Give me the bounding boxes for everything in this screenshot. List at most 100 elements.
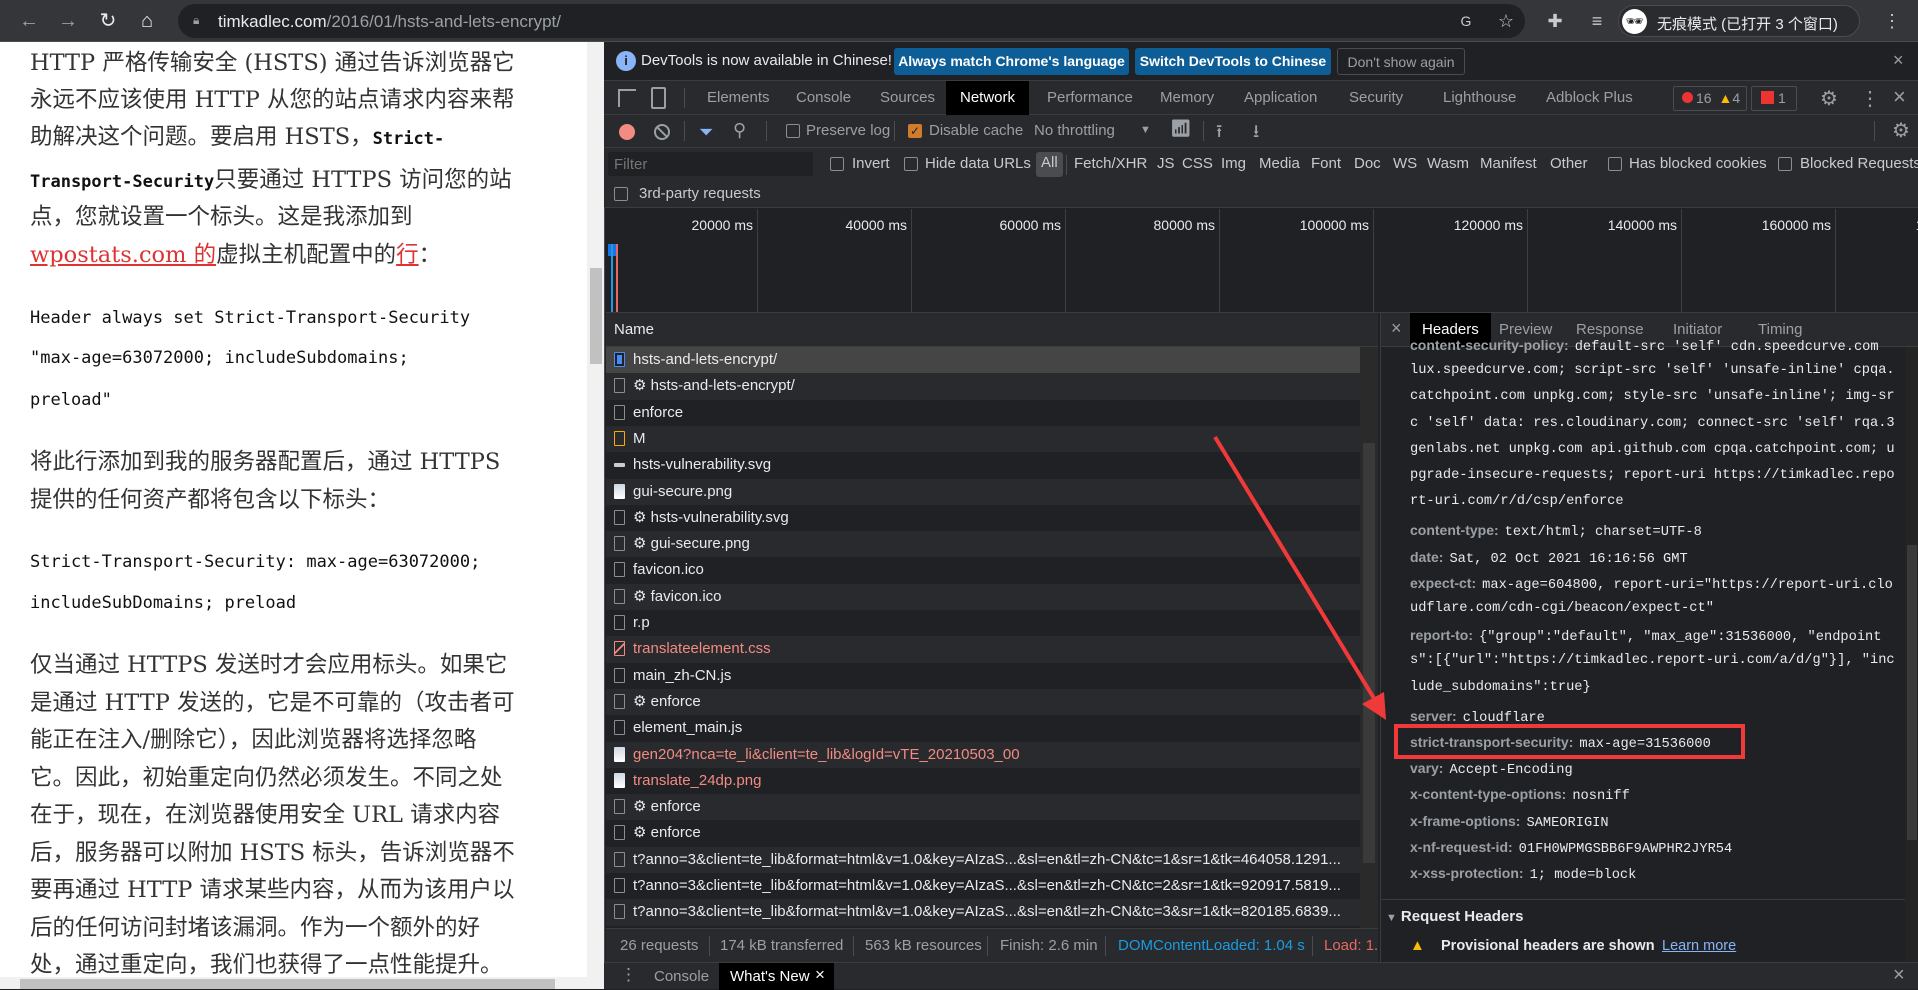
filter-type-media[interactable]: Media — [1259, 155, 1300, 172]
reload-icon[interactable]: ↻ — [95, 8, 121, 34]
request-row[interactable]: translate_24dp.png — [606, 767, 1360, 795]
request-row[interactable]: hsts-and-lets-encrypt/ — [606, 347, 1360, 374]
filter-input[interactable] — [608, 152, 813, 176]
incognito-profile-button[interactable]: 🕶︎ 无痕模式 (已打开 3 个窗口) — [1618, 5, 1860, 37]
device-toolbar-icon[interactable] — [651, 87, 666, 109]
preserve-log-checkbox[interactable] — [786, 124, 800, 138]
forward-icon[interactable]: → — [55, 8, 81, 34]
export-har-icon[interactable]: ⭳ — [1253, 119, 1259, 149]
tab-security[interactable]: Security — [1349, 81, 1403, 115]
inspect-element-icon[interactable] — [618, 89, 636, 107]
request-row[interactable]: t?anno=3&client=te_lib&format=html&v=1.0… — [606, 873, 1360, 900]
filter-type-img[interactable]: Img — [1221, 155, 1246, 172]
request-row[interactable]: hsts-vulnerability.svg — [606, 452, 1360, 479]
tab-console[interactable]: Console — [796, 81, 851, 115]
tab-network[interactable]: Network — [946, 81, 1030, 115]
page-vertical-scrollbar[interactable] — [587, 42, 604, 977]
request-row[interactable]: main_zh-CN.js — [606, 662, 1360, 689]
learn-more-link[interactable]: Learn more — [1662, 938, 1736, 954]
filter-type-wasm[interactable]: Wasm — [1427, 155, 1469, 172]
request-row[interactable]: ⚙ hsts-and-lets-encrypt/ — [606, 373, 1360, 400]
request-row[interactable]: t?anno=3&client=te_lib&format=html&v=1.0… — [606, 846, 1360, 873]
record-button[interactable] — [619, 124, 635, 140]
more-options-icon[interactable]: ⋮ — [1860, 86, 1880, 111]
star-icon[interactable]: ☆ — [1494, 9, 1518, 33]
throttling-select[interactable]: No throttling — [1034, 122, 1115, 139]
clear-icon[interactable] — [654, 124, 670, 140]
media-control-icon[interactable]: ≡ — [1585, 9, 1609, 33]
line-link[interactable]: 行 — [396, 242, 419, 268]
network-conditions-icon[interactable]: 📶︎ — [1170, 119, 1192, 139]
request-row[interactable]: M — [606, 425, 1360, 453]
request-row[interactable]: ⚙ enforce — [606, 794, 1360, 821]
filter-type-font[interactable]: Font — [1311, 155, 1341, 172]
filter-type-css[interactable]: CSS — [1182, 155, 1213, 172]
drawer-tab-whats-new[interactable]: What's New × — [719, 963, 834, 990]
request-headers-section[interactable]: ▼ Request Headers — [1386, 908, 1523, 925]
search-icon[interactable]: ⚲ — [733, 120, 746, 141]
request-row[interactable]: t?anno=3&client=te_lib&format=html&v=1.0… — [606, 899, 1360, 926]
menu-kebab-icon[interactable]: ⋮ — [1880, 9, 1904, 33]
filter-type-other[interactable]: Other — [1550, 155, 1588, 172]
close-infobar-icon[interactable]: × — [1893, 50, 1904, 71]
details-scroll-thumb[interactable] — [1907, 545, 1917, 840]
filter-icon[interactable]: ⏷ — [699, 122, 713, 143]
hide-data-urls-checkbox[interactable] — [904, 157, 918, 171]
tab-memory[interactable]: Memory — [1160, 81, 1214, 115]
request-row[interactable]: element_main.js — [606, 715, 1360, 742]
drawer-tab-console[interactable]: Console — [654, 968, 709, 985]
back-icon[interactable]: ← — [16, 8, 42, 34]
dont-show-again-button[interactable]: Don't show again — [1337, 48, 1465, 75]
settings-gear-icon[interactable]: ⚙ — [1820, 86, 1838, 111]
tab-lighthouse[interactable]: Lighthouse — [1443, 81, 1516, 115]
name-column-header[interactable]: Name — [606, 313, 1378, 347]
filter-type-manifest[interactable]: Manifest — [1480, 155, 1537, 172]
page-hscroll-thumb[interactable] — [20, 979, 555, 989]
tab-application[interactable]: Application — [1244, 81, 1317, 115]
chevron-down-icon[interactable]: ▼ — [1140, 124, 1151, 136]
request-list-scroll-thumb[interactable] — [1363, 443, 1375, 863]
tab-adblock-plus[interactable]: Adblock Plus — [1546, 81, 1633, 115]
third-party-checkbox[interactable] — [614, 187, 628, 201]
url-text[interactable]: timkadlec.com/2016/01/hsts-and-lets-encr… — [218, 12, 561, 32]
filter-type-all[interactable]: All — [1036, 152, 1063, 177]
tab-sources[interactable]: Sources — [880, 81, 935, 115]
extensions-icon[interactable]: ✚ — [1543, 9, 1567, 33]
close-tab-icon[interactable]: × — [815, 965, 825, 985]
tab-performance[interactable]: Performance — [1047, 81, 1133, 115]
always-match-language-button[interactable]: Always match Chrome's language — [894, 48, 1129, 75]
has-blocked-cookies-checkbox[interactable] — [1608, 157, 1622, 171]
blocked-requests-checkbox[interactable] — [1778, 157, 1792, 171]
disable-cache-checkbox[interactable]: ✓ — [908, 124, 922, 138]
request-row[interactable]: favicon.ico — [606, 557, 1360, 584]
filter-type-js[interactable]: JS — [1157, 155, 1175, 172]
invert-checkbox[interactable] — [830, 157, 844, 171]
request-row[interactable]: ⚙ enforce — [606, 688, 1360, 716]
switch-to-chinese-button[interactable]: Switch DevTools to Chinese — [1135, 48, 1331, 75]
request-row[interactable]: enforce — [606, 399, 1360, 426]
address-bar[interactable]: 🔒︎ timkadlec.com/2016/01/hsts-and-lets-e… — [178, 4, 1525, 38]
request-row[interactable]: r.p — [606, 610, 1360, 637]
close-drawer-icon[interactable]: × — [1893, 964, 1905, 987]
request-row[interactable]: ⚙ favicon.ico — [606, 583, 1360, 610]
page-scroll-thumb[interactable] — [590, 268, 602, 364]
blocked-counter[interactable]: 1 — [1751, 86, 1797, 111]
network-settings-icon[interactable]: ⚙ — [1892, 118, 1910, 143]
import-har-icon[interactable]: ⭱ — [1216, 119, 1222, 149]
tab-elements[interactable]: Elements — [707, 81, 770, 115]
request-row[interactable]: ⚙ hsts-vulnerability.svg — [606, 504, 1360, 532]
home-icon[interactable]: ⌂ — [134, 8, 160, 34]
request-row[interactable]: gen204?nca=te_li&client=te_lib&logId=vTE… — [606, 741, 1360, 768]
request-row[interactable]: ⚙ enforce — [606, 820, 1360, 847]
wpostats-link[interactable]: wpostats.com 的 — [30, 242, 216, 268]
drawer-menu-icon[interactable]: ⋮ — [620, 965, 637, 985]
request-row[interactable]: gui-secure.png — [606, 478, 1360, 505]
filter-type-doc[interactable]: Doc — [1354, 155, 1381, 172]
issues-counter[interactable]: 16 ▲4 — [1673, 86, 1747, 111]
network-overview-timeline[interactable]: 20000 ms 40000 ms 60000 ms 80000 ms 100000 m… — [606, 209, 1918, 313]
close-devtools-icon[interactable]: × — [1893, 84, 1906, 110]
request-row[interactable]: translateelement.css — [606, 636, 1360, 663]
filter-type-ws[interactable]: WS — [1393, 155, 1417, 172]
filter-type-fetch-xhr[interactable]: Fetch/XHR — [1074, 155, 1147, 172]
close-details-icon[interactable]: × — [1391, 318, 1402, 339]
